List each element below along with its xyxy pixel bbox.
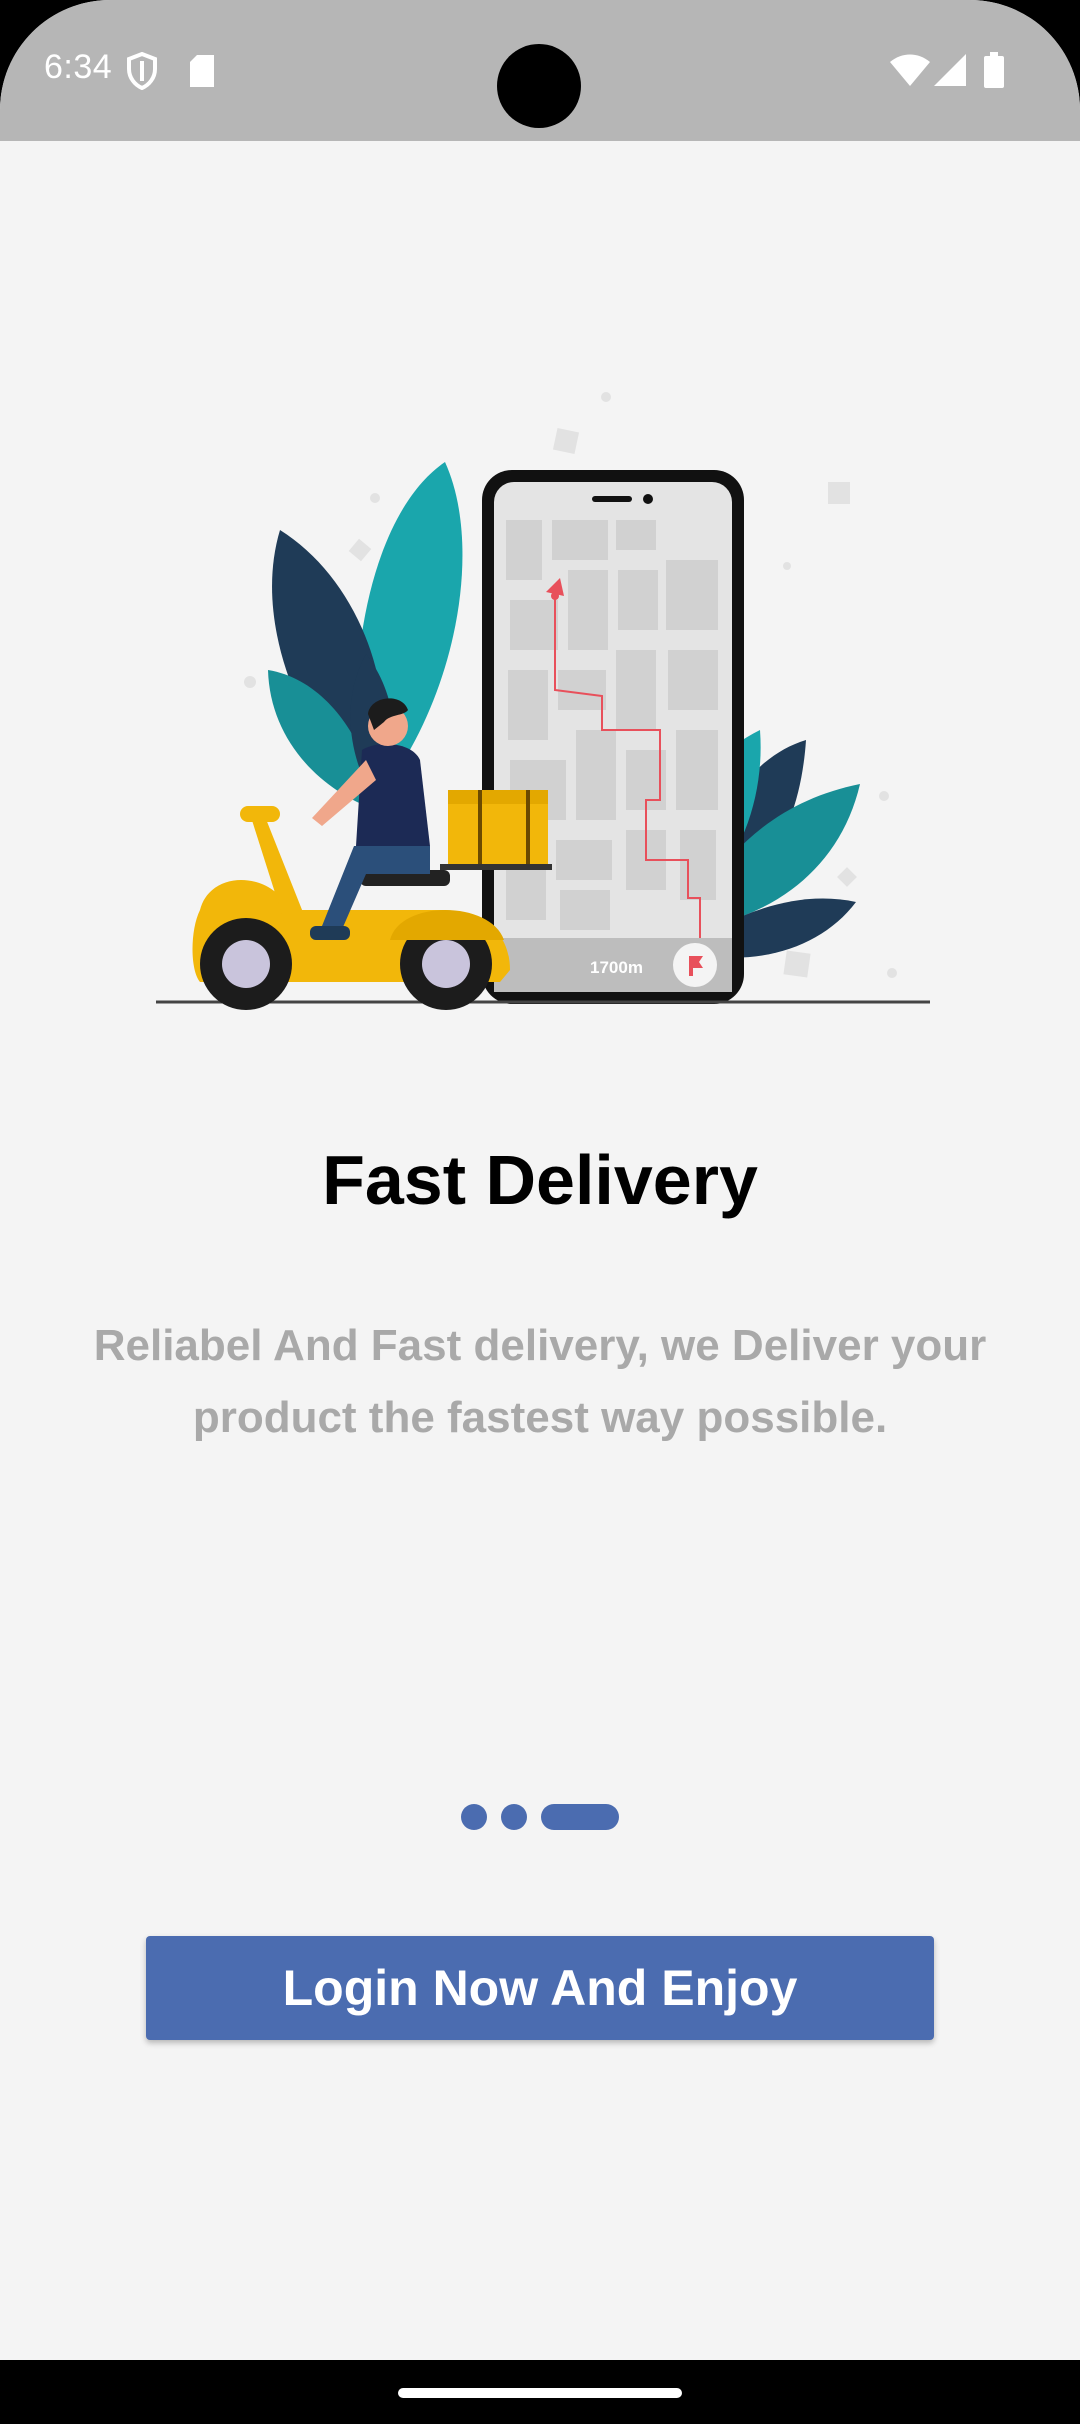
- app-screen: 6:34 1700m Fast Delivery Reliabel And Fa…: [0, 0, 1080, 2360]
- home-indicator[interactable]: [398, 2388, 682, 2398]
- page-dot-2[interactable]: [501, 1804, 527, 1830]
- battery-icon: [984, 52, 1004, 88]
- onboarding-description: Reliabel And Fast delivery, we Deliver y…: [93, 1321, 987, 1442]
- distance-label: 1700m: [590, 958, 643, 977]
- page-dot-3-active[interactable]: [541, 1804, 619, 1830]
- status-bar: 6:34: [0, 0, 1080, 141]
- sd-card-icon: [190, 55, 214, 87]
- onboarding-title: Fast Delivery: [322, 1141, 758, 1219]
- camera-cutout: [497, 44, 581, 128]
- phone-map-illustration: 1700m: [482, 470, 744, 1004]
- shield-icon: [127, 52, 157, 90]
- page-indicator: [0, 1804, 1080, 1830]
- cellular-signal-icon: [934, 54, 966, 86]
- delivery-illustration: 1700m: [156, 392, 930, 1010]
- login-button[interactable]: Login Now And Enjoy: [146, 1936, 934, 2040]
- status-time: 6:34: [44, 48, 113, 86]
- page-dot-1[interactable]: [461, 1804, 487, 1830]
- wifi-icon: [890, 54, 930, 86]
